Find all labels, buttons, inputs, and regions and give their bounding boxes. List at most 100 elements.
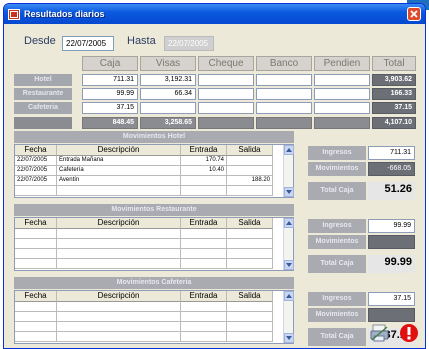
table-row[interactable]: [15, 332, 273, 342]
grid-cell: Cafetería: [57, 166, 181, 176]
grid-header[interactable]: Fecha: [15, 145, 57, 156]
grid-cell: [15, 239, 57, 249]
row-label-0: Hotel: [14, 74, 72, 86]
grid-cell: 170.74: [181, 156, 227, 166]
scroll-up-button[interactable]: [284, 145, 294, 155]
column-header-3: Banco: [256, 56, 312, 71]
table-row[interactable]: [15, 239, 273, 249]
grid-header[interactable]: Fecha: [15, 291, 57, 302]
chevron-up-icon: [286, 221, 292, 225]
amount-cell[interactable]: [256, 88, 312, 100]
grid-header[interactable]: Salida: [227, 291, 273, 302]
amount-cell[interactable]: 37.15: [82, 102, 138, 114]
movements-grid-0[interactable]: Fecha Descripción Entrada Salida 22/07/2005 E…: [14, 144, 294, 198]
grid-scrollbar[interactable]: [283, 145, 294, 197]
desde-label: Desde: [24, 35, 56, 47]
column-header-5: Total: [372, 56, 416, 71]
grid-header[interactable]: Descripción: [57, 145, 181, 156]
amount-cell[interactable]: [198, 102, 254, 114]
amount-cell[interactable]: 711.31: [82, 74, 138, 86]
amount-cell[interactable]: 3,192.31: [140, 74, 196, 86]
table-row[interactable]: [15, 186, 273, 196]
amount-cell[interactable]: [314, 74, 370, 86]
scroll-up-button[interactable]: [284, 218, 294, 228]
title-bar[interactable]: Resultados diarios: [4, 4, 425, 24]
grid-header[interactable]: Salida: [227, 145, 273, 156]
table-row[interactable]: [15, 302, 273, 312]
close-button[interactable]: [407, 7, 421, 21]
grid-header[interactable]: Entrada: [181, 218, 227, 229]
amount-cell[interactable]: [140, 102, 196, 114]
grid-cell: [227, 186, 273, 196]
grid-cell: [181, 302, 227, 312]
close-icon: [410, 10, 418, 18]
total-cell: 3,258.65: [140, 117, 196, 129]
grid-cell: [57, 229, 181, 239]
movimientos-value: [368, 308, 415, 322]
table-row[interactable]: 22/07/2005 Aventín 188.20: [15, 176, 273, 186]
grid-header[interactable]: Entrada: [181, 145, 227, 156]
total-caja-value: 99.99: [368, 255, 415, 273]
scroll-down-button[interactable]: [284, 187, 294, 197]
amount-cell[interactable]: [198, 88, 254, 100]
grid-header[interactable]: Entrada: [181, 291, 227, 302]
total-cell: [198, 117, 254, 129]
table-row[interactable]: 22/07/2005 Cafetería 10.40: [15, 166, 273, 176]
grid-header[interactable]: Fecha: [15, 218, 57, 229]
grid-cell: [57, 259, 181, 269]
app-icon: [8, 8, 20, 20]
grid-cell: 10.40: [181, 166, 227, 176]
table-row[interactable]: [15, 249, 273, 259]
grid-cell: [227, 249, 273, 259]
total-caja-label: Total Caja: [308, 255, 366, 273]
grid-cell: [15, 322, 57, 332]
grid-cell: [181, 186, 227, 196]
amount-cell[interactable]: [256, 74, 312, 86]
grid-cell: [227, 259, 273, 269]
grid-scrollbar[interactable]: [283, 218, 294, 270]
ingresos-value: 37.15: [368, 292, 415, 306]
scroll-down-button[interactable]: [284, 333, 294, 343]
amount-cell[interactable]: [314, 102, 370, 114]
grid-scrollbar[interactable]: [283, 291, 294, 343]
alert-icon[interactable]: [399, 323, 419, 343]
scroll-up-button[interactable]: [284, 291, 294, 301]
amount-cell[interactable]: 66.34: [140, 88, 196, 100]
grid-header[interactable]: Descripción: [57, 291, 181, 302]
movements-grid-1[interactable]: Fecha Descripción Entrada Salida: [14, 217, 294, 271]
ingresos-label: Ingresos: [308, 219, 366, 233]
amount-cell[interactable]: [198, 74, 254, 86]
total-cell: 848.45: [82, 117, 138, 129]
amount-cell[interactable]: 99.99: [82, 88, 138, 100]
section-title-0: Movimientos Hotel: [14, 131, 294, 143]
total-cell: 4,107.10: [372, 117, 416, 129]
grid-cell: [15, 312, 57, 322]
table-row[interactable]: [15, 322, 273, 332]
column-header-4: Pendien: [314, 56, 370, 71]
print-icon[interactable]: [370, 324, 390, 342]
grid-cell: [15, 332, 57, 342]
grid-cell: [15, 186, 57, 196]
hasta-date-field[interactable]: 22/07/2005: [164, 36, 214, 51]
grid-cell: Entrada Mañana: [57, 156, 181, 166]
grid-header[interactable]: Salida: [227, 218, 273, 229]
amount-cell: 166.33: [372, 88, 416, 100]
ingresos-label: Ingresos: [308, 292, 366, 306]
grid-cell: [57, 312, 181, 322]
table-row[interactable]: [15, 312, 273, 322]
grid-cell: [181, 259, 227, 269]
grid-cell: [227, 229, 273, 239]
total-cell: [314, 117, 370, 129]
grid-cell: [15, 229, 57, 239]
grid-header[interactable]: Descripción: [57, 218, 181, 229]
table-row[interactable]: [15, 229, 273, 239]
section-title-2: Movimientos Cafeteria: [14, 277, 294, 289]
amount-cell[interactable]: [256, 102, 312, 114]
scroll-down-button[interactable]: [284, 260, 294, 270]
amount-cell[interactable]: [314, 88, 370, 100]
table-row[interactable]: [15, 259, 273, 269]
ingresos-value: 99.99: [368, 219, 415, 233]
desde-date-field[interactable]: 22/07/2005: [62, 36, 114, 51]
table-row[interactable]: 22/07/2005 Entrada Mañana 170.74: [15, 156, 273, 166]
movements-grid-2[interactable]: Fecha Descripción Entrada Salida: [14, 290, 294, 344]
